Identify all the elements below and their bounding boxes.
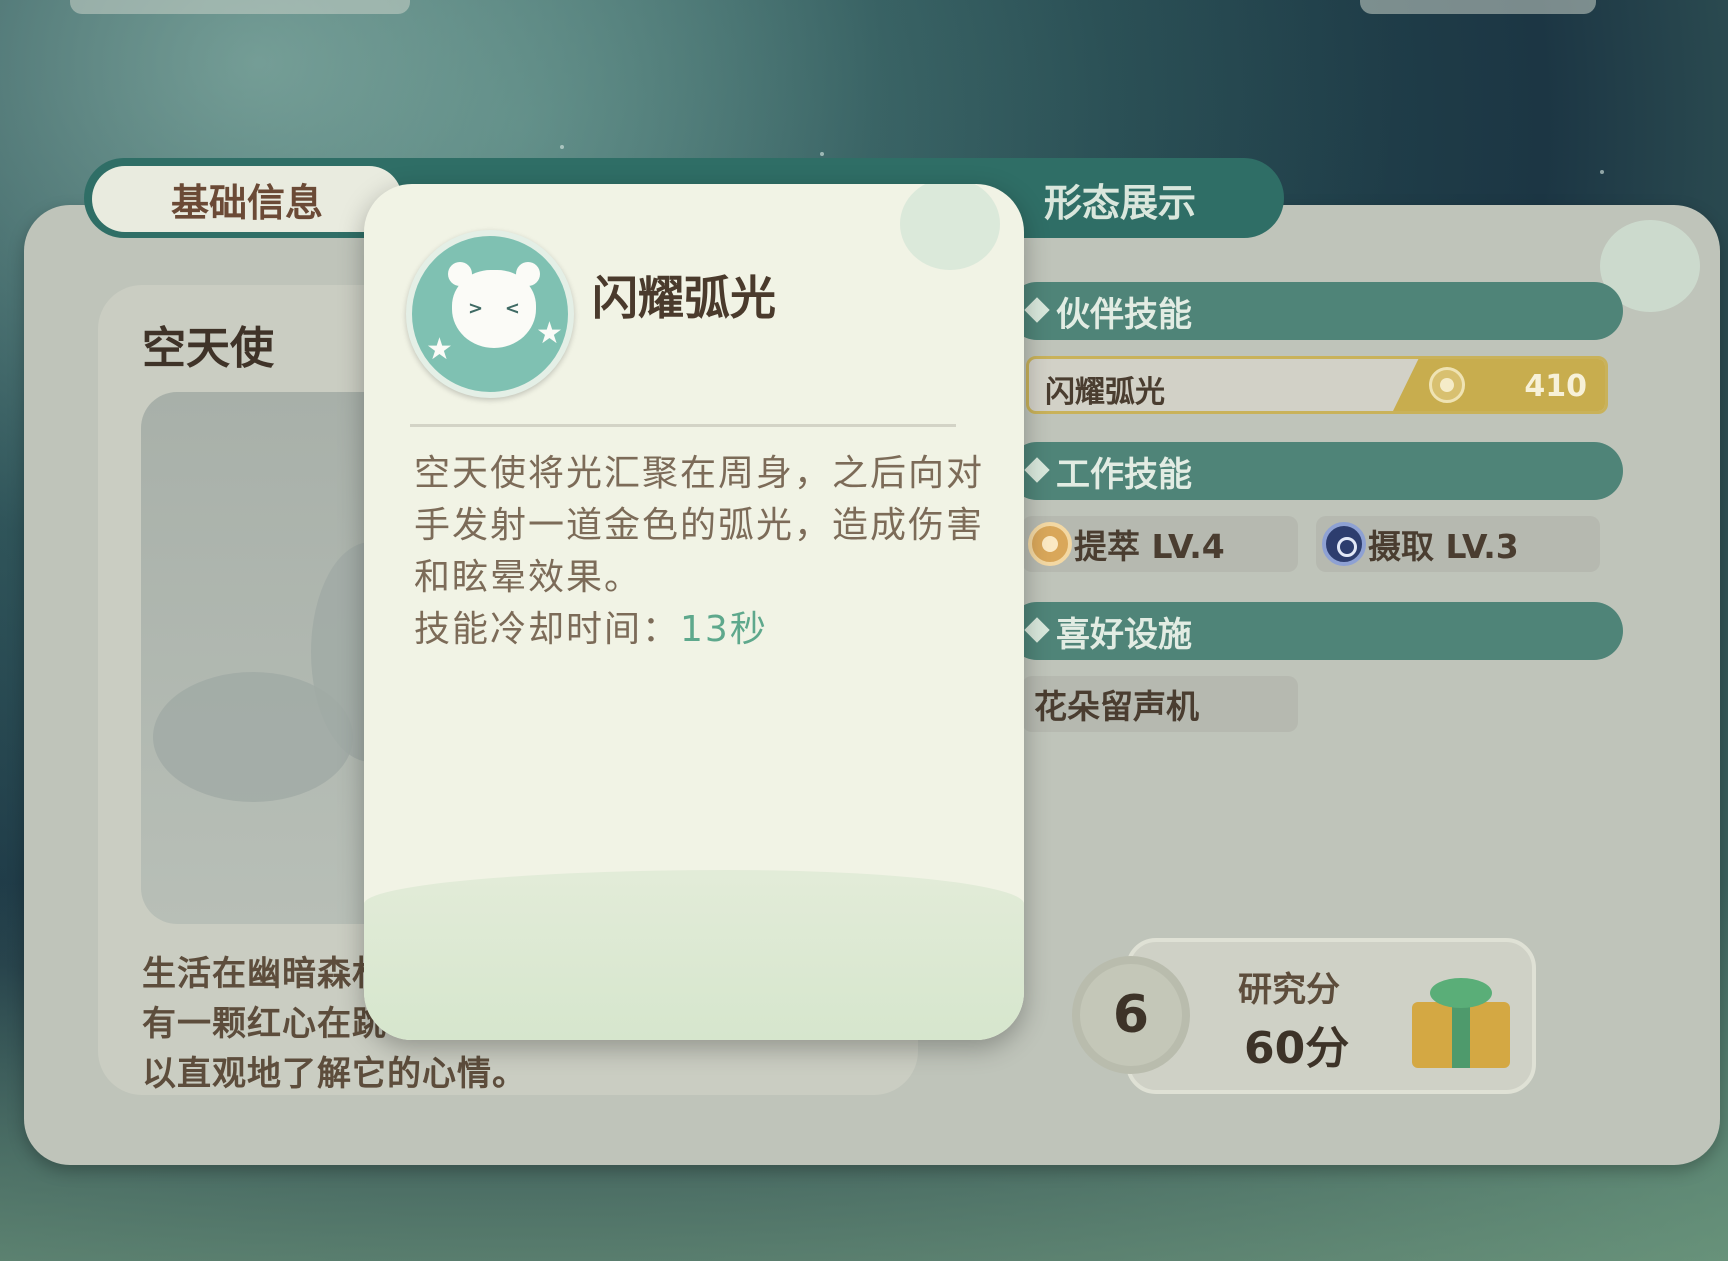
partner-skill-name: 闪耀弧光 (1045, 375, 1165, 410)
top-bar-remnant (1360, 0, 1596, 14)
popup-description-line: 空天使将光汇聚在周身，之后向对 (414, 453, 985, 494)
diamond-icon (1024, 297, 1050, 323)
diamond-icon (1024, 617, 1050, 643)
star-dot (1600, 170, 1604, 174)
cooldown-label: 技能冷却时间： (414, 609, 681, 650)
popup-cooldown: 技能冷却时间：13秒 (414, 600, 768, 652)
bear-skill-icon: > < ★ ★ (406, 230, 574, 398)
partner-skill-value: 410 (1524, 369, 1587, 404)
research-value: 60分 (1244, 1023, 1350, 1074)
tab-form-display[interactable]: 形态展示 (1000, 166, 1240, 232)
popup-description-line: 和眩晕效果。 (414, 557, 643, 598)
bear-face: > < (448, 262, 540, 348)
pet-description-line: 以直观地了解它的心情。 (142, 1054, 527, 1094)
bear-ear (516, 262, 540, 286)
partner-skill-header: 伙伴技能 (1008, 282, 1623, 340)
popup-hill-deco (364, 870, 1024, 1040)
bear-eye: > (468, 298, 484, 319)
research-level-badge: 6 (1072, 956, 1190, 1074)
work-skill-header: 工作技能 (1008, 442, 1623, 500)
pet-description-line: 生活在幽暗森林 (142, 954, 387, 994)
pet-name: 空天使 (142, 323, 274, 374)
tab-basic-info[interactable]: 基础信息 (92, 166, 402, 232)
bear-eye: < (504, 298, 520, 319)
work-skill-extract[interactable]: 提萃 LV.4 (1022, 516, 1298, 572)
gift-bow (1430, 978, 1492, 1008)
star-icon: ★ (536, 316, 563, 351)
facility-item[interactable]: 花朵留声机 (1022, 676, 1298, 732)
star-dot (820, 152, 824, 156)
partner-skill-row[interactable]: 闪耀弧光 410 (1026, 356, 1608, 414)
sun-icon (1429, 367, 1465, 403)
popup-divider (410, 424, 956, 427)
work-skill-intake[interactable]: 摄取 LV.3 (1316, 516, 1600, 572)
cooldown-value: 13秒 (680, 609, 768, 650)
facility-header: 喜好设施 (1008, 602, 1623, 660)
research-label: 研究分 (1238, 970, 1340, 1010)
gift-icon[interactable] (1412, 972, 1510, 1068)
popup-skill-title: 闪耀弧光 (592, 271, 776, 325)
top-bar-remnant (70, 0, 410, 14)
intake-icon (1322, 522, 1366, 566)
bear-ear (448, 262, 472, 286)
gift-ribbon (1452, 1002, 1470, 1068)
star-icon: ★ (426, 332, 453, 367)
star-dot (560, 145, 564, 149)
popup-description-line: 手发射一道金色的弧光，造成伤害 (414, 505, 985, 546)
extract-icon (1028, 522, 1072, 566)
pet-description-line: 有一颗红心在跳 (142, 1004, 387, 1044)
diamond-icon (1024, 457, 1050, 483)
leaf-mascot-deco (900, 184, 1000, 270)
